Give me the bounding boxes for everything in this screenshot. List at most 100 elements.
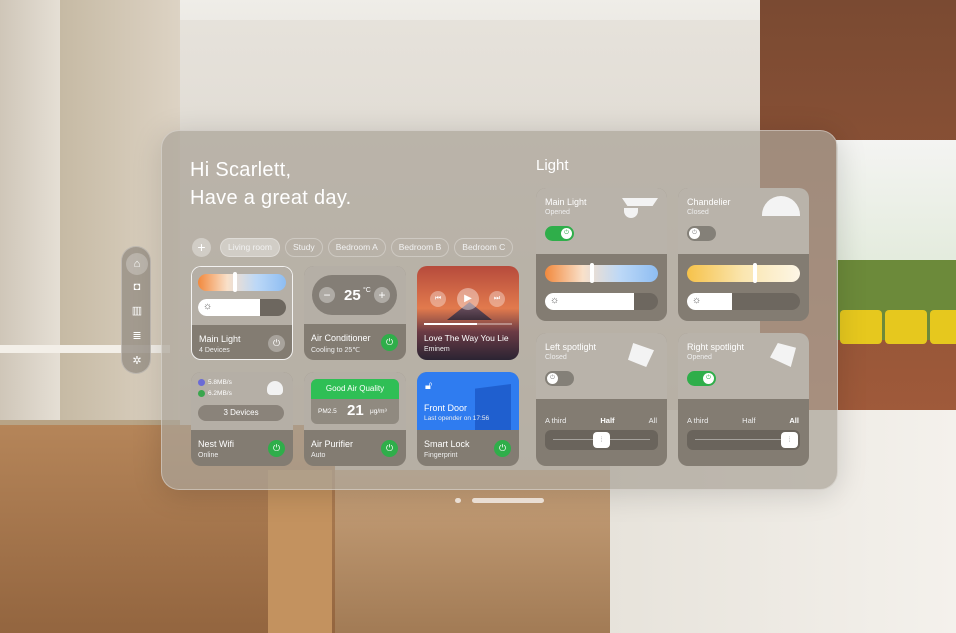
brightness-slider[interactable]: ☼	[198, 299, 286, 316]
power-icon[interactable]: ⏻	[381, 334, 398, 351]
main-light-subtitle: 4 Devices	[199, 347, 230, 354]
left-spotlight-segments: A third Half All	[545, 416, 657, 425]
music-card[interactable]: ⏮ ▶ ⏭ Love The Way You Lie Eminem	[417, 266, 519, 360]
smart-lock-title: Smart Lock	[424, 439, 470, 449]
color-temp-knob[interactable]	[232, 272, 237, 292]
color-temp-knob[interactable]	[590, 263, 595, 283]
right-spotlight-card[interactable]: Right spotlight Opened ⏻ A third Half Al…	[678, 333, 809, 466]
brightness-slider[interactable]: ☼	[545, 293, 658, 310]
download-speed-value: 6.2MB/s	[208, 390, 232, 397]
power-icon: ⏻	[703, 373, 714, 384]
power-icon[interactable]: ⏻	[494, 440, 511, 457]
power-icon[interactable]: ⏻	[268, 335, 285, 352]
devices-button[interactable]: 3 Devices	[198, 405, 284, 421]
temperature-value: 25	[344, 287, 361, 304]
main-light-toggle[interactable]: ⏻	[545, 226, 574, 241]
right-spotlight-toggle[interactable]: ⏻	[687, 371, 716, 386]
tab-bedroom-c[interactable]: Bedroom C	[454, 237, 514, 257]
greeting-line2: Have a great day.	[190, 187, 352, 209]
left-spotlight-toggle[interactable]: ⏻	[545, 371, 574, 386]
upload-icon	[198, 379, 205, 386]
segment-a-third[interactable]: A third	[687, 416, 708, 425]
power-icon: ⏻	[561, 228, 572, 239]
page-dot-1[interactable]	[455, 498, 461, 503]
segment-half[interactable]: Half	[600, 416, 614, 425]
side-nav: ⌂ ◘ ▥ ≣ ✲	[121, 246, 151, 374]
decrease-temp-button[interactable]: −	[319, 287, 335, 303]
chandelier-card[interactable]: Chandelier Closed ⏻ ☼	[678, 188, 809, 321]
tab-bedroom-b[interactable]: Bedroom B	[390, 237, 450, 257]
air-conditioner-title: Air Conditioner	[311, 333, 371, 343]
upload-speed-value: 5.8MB/s	[208, 379, 232, 386]
chandelier-status: Closed	[687, 209, 709, 216]
smart-lock-subtitle: Fingerprint	[424, 452, 458, 459]
right-spotlight-status: Opened	[687, 354, 712, 361]
left-spotlight-status: Closed	[545, 354, 567, 361]
home-icon[interactable]: ⌂	[126, 253, 148, 275]
right-spotlight-slider[interactable]: ⁞	[687, 430, 800, 450]
segment-half[interactable]: Half	[742, 416, 755, 425]
slider-thumb[interactable]: ⁞	[781, 432, 799, 448]
pm-label: PM2.5	[318, 408, 337, 415]
left-spotlight-card[interactable]: Left spotlight Closed ⏻ A third Half All…	[536, 333, 667, 466]
tab-study[interactable]: Study	[284, 237, 323, 257]
increase-temp-button[interactable]: +	[374, 287, 390, 303]
left-spotlight-title: Left spotlight	[545, 342, 597, 352]
download-speed: 6.2MB/s	[198, 390, 232, 397]
temperature-unit: °C	[363, 287, 371, 294]
segment-all[interactable]: All	[649, 416, 657, 425]
light-section-title: Light	[536, 157, 569, 174]
chandelier-title: Chandelier	[687, 197, 731, 207]
right-spotlight-title: Right spotlight	[687, 342, 745, 352]
nest-wifi-title: Nest Wifi	[198, 439, 234, 449]
air-conditioner-subtitle: Cooling to 25℃	[311, 347, 361, 354]
tab-bedroom-a[interactable]: Bedroom A	[327, 237, 386, 257]
greeting-line1: Hi Scarlett,	[190, 159, 292, 181]
song-title: Love The Way You Lie	[424, 333, 509, 343]
smart-lock-card[interactable]: 🔓︎ Front Door Last opender on 17:56 Smar…	[417, 372, 519, 466]
room-tabs: + Living room Study Bedroom A Bedroom B …	[192, 237, 518, 257]
air-purifier-subtitle: Auto	[311, 452, 326, 459]
air-quality-panel: Good Air Quality PM2.5 21 μg/m³	[311, 379, 399, 424]
power-icon: ⏻	[689, 228, 700, 239]
power-icon[interactable]: ⏻	[268, 440, 285, 457]
next-icon[interactable]: ⏭	[489, 291, 505, 307]
air-quality-label: Good Air Quality	[311, 379, 399, 399]
air-conditioner-card[interactable]: − 25 °C + Air Conditioner Cooling to 25℃…	[304, 266, 406, 360]
segment-all[interactable]: All	[789, 416, 799, 425]
router-icon	[267, 381, 283, 395]
color-temp-slider[interactable]	[687, 263, 800, 283]
storage-icon[interactable]: ≣	[126, 324, 148, 346]
air-purifier-card[interactable]: Good Air Quality PM2.5 21 μg/m³ Air Puri…	[304, 372, 406, 466]
play-icon[interactable]: ▶	[457, 288, 479, 310]
last-opened-text: Last opender on 17:56	[424, 415, 490, 422]
music-progress[interactable]	[424, 323, 512, 325]
previous-icon[interactable]: ⏮	[430, 291, 446, 307]
segment-a-third[interactable]: A third	[545, 416, 566, 425]
main-light-title: Main Light	[199, 334, 241, 344]
settings-icon[interactable]: ✲	[126, 349, 148, 371]
left-spotlight-slider[interactable]: ⁞	[545, 430, 658, 450]
sun-icon: ☼	[692, 295, 702, 306]
color-temp-slider[interactable]	[545, 263, 658, 283]
light-main-light-card[interactable]: Main Light Opened ⏻ ☼	[536, 188, 667, 321]
color-temp-slider[interactable]	[198, 272, 286, 292]
chandelier-toggle[interactable]: ⏻	[687, 226, 716, 241]
slider-thumb[interactable]: ⁞	[593, 432, 610, 448]
page-dot-2[interactable]	[472, 498, 544, 503]
add-room-button[interactable]: +	[192, 237, 211, 257]
light-main-light-status: Opened	[545, 209, 570, 216]
door-icon[interactable]: ▥	[126, 299, 148, 321]
nest-wifi-card[interactable]: 5.8MB/s 6.2MB/s 3 Devices Nest Wifi Onli…	[191, 372, 293, 466]
upload-speed: 5.8MB/s	[198, 379, 232, 386]
light-main-light-title: Main Light	[545, 197, 587, 207]
camera-icon[interactable]: ◘	[126, 276, 148, 298]
power-icon[interactable]: ⏻	[381, 440, 398, 457]
brightness-slider[interactable]: ☼	[687, 293, 800, 310]
main-light-card[interactable]: ☼ Main Light 4 Devices ⏻	[191, 266, 293, 360]
ceiling-lamp-icon	[622, 198, 658, 206]
tab-living-room[interactable]: Living room	[220, 237, 280, 257]
color-temp-knob[interactable]	[752, 263, 757, 283]
temperature-control: − 25 °C +	[312, 275, 397, 315]
right-spotlight-segments: A third Half All	[687, 416, 799, 425]
